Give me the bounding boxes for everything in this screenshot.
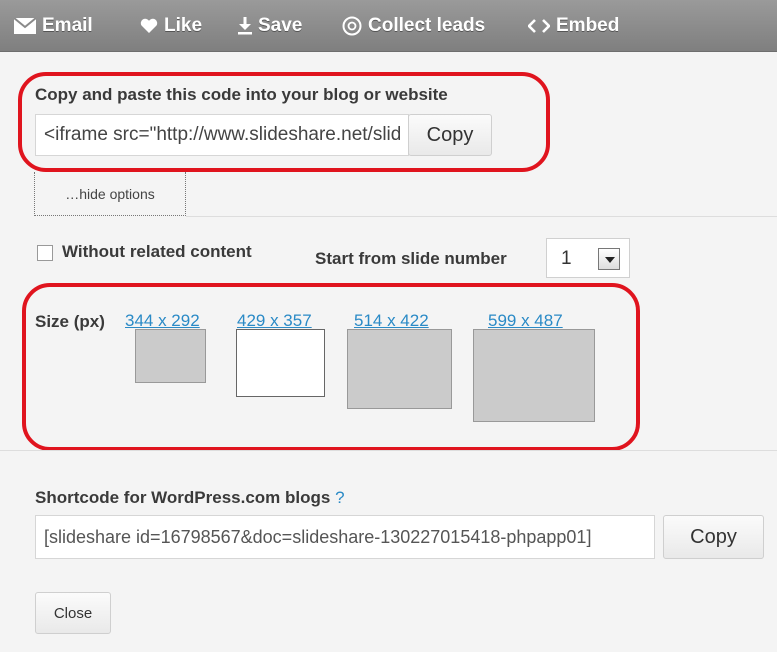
divider [0, 450, 777, 451]
start-slide-value: 1 [561, 248, 572, 269]
size-option-344x292[interactable]: 344 x 292 [125, 311, 200, 331]
without-related-checkbox[interactable] [37, 245, 53, 261]
email-button[interactable]: Email [14, 14, 93, 38]
size-preview-514x422[interactable] [347, 329, 452, 409]
size-preview-599x487[interactable] [473, 329, 595, 422]
copy-embed-button[interactable]: Copy [408, 114, 492, 156]
like-button[interactable]: Like [140, 14, 202, 38]
close-button[interactable]: Close [35, 592, 111, 634]
embed-label: Embed [556, 15, 620, 36]
size-preview-429x357[interactable] [236, 329, 325, 397]
start-slide-label: Start from slide number [315, 249, 507, 268]
start-slide-select[interactable]: 1 [546, 238, 630, 278]
embed-title: Copy and paste this code into your blog … [35, 85, 448, 104]
embed-button[interactable]: Embed [528, 14, 619, 38]
without-related-label: Without related content [62, 242, 252, 261]
hide-options-button[interactable]: …hide options [34, 172, 186, 216]
like-label: Like [164, 15, 203, 36]
size-label: Size (px) [35, 312, 105, 331]
size-preview-344x292[interactable] [135, 329, 206, 383]
size-option-514x422[interactable]: 514 x 422 [354, 311, 429, 331]
divider [186, 216, 777, 217]
save-label: Save [258, 15, 303, 36]
email-label: Email [42, 15, 93, 36]
shortcode-help-link[interactable]: ? [335, 488, 344, 507]
shortcode-input[interactable] [35, 515, 655, 559]
size-option-429x357[interactable]: 429 x 357 [237, 311, 312, 331]
embed-code-input[interactable] [35, 114, 409, 156]
leads-icon [342, 16, 362, 36]
shortcode-title-text: Shortcode for WordPress.com blogs [35, 488, 331, 507]
size-option-599x487[interactable]: 599 x 487 [488, 311, 563, 331]
heart-icon [140, 18, 158, 33]
collect-leads-button[interactable]: Collect leads [342, 14, 485, 38]
code-icon [528, 19, 550, 33]
download-icon [238, 17, 252, 35]
save-button[interactable]: Save [238, 14, 302, 38]
hide-options-label: …hide options [65, 185, 155, 202]
chevron-down-icon[interactable] [598, 248, 620, 270]
collect-leads-label: Collect leads [368, 15, 486, 36]
envelope-icon [14, 18, 36, 34]
copy-shortcode-button[interactable]: Copy [663, 515, 764, 559]
shortcode-title: Shortcode for WordPress.com blogs ? [35, 488, 345, 508]
share-toolbar: Email Like Save Collect leads Embed [0, 0, 777, 52]
